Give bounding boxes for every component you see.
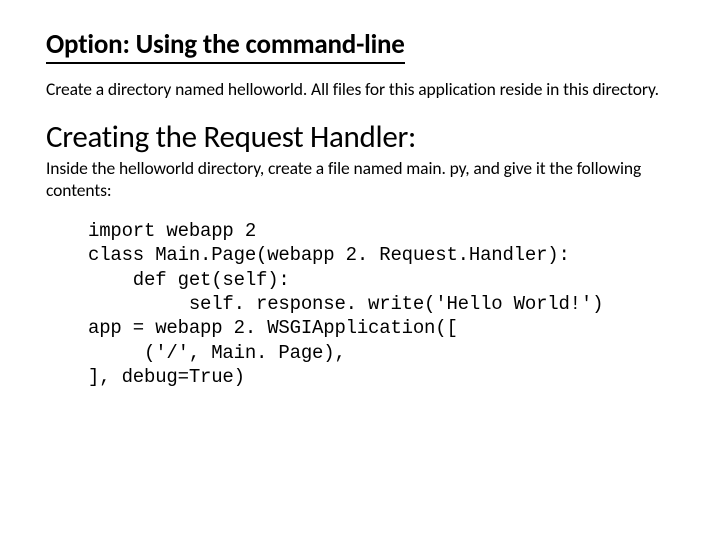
heading-option: Option: Using the command-line <box>46 28 674 61</box>
code-block: import webapp 2 class Main.Page(webapp 2… <box>88 219 674 389</box>
paragraph-instructions: Inside the helloworld directory, create … <box>46 158 674 201</box>
slide: Option: Using the command-line Create a … <box>0 0 720 409</box>
heading-option-text: Option: Using the command-line <box>46 28 405 64</box>
heading-request-handler: Creating the Request Handler: <box>46 118 674 156</box>
paragraph-intro: Create a directory named helloworld. All… <box>46 79 674 100</box>
